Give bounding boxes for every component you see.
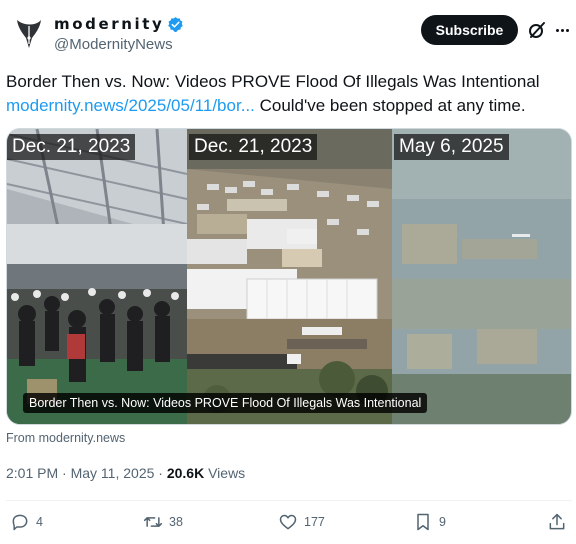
video-media[interactable]: Dec. 21, 2023 Dec. 21, 2023 May 6, 2025 … xyxy=(6,128,572,425)
repost-count: 38 xyxy=(169,515,183,529)
reply-button[interactable]: 4 xyxy=(10,512,43,532)
bookmark-button[interactable]: 9 xyxy=(413,512,446,532)
heart-icon xyxy=(279,514,297,530)
meta-separator: · xyxy=(154,465,167,481)
indoor-tent-scene xyxy=(7,129,187,424)
media-panel-3: May 6, 2025 xyxy=(392,129,571,424)
like-button[interactable]: 177 xyxy=(278,512,325,532)
reply-count: 4 xyxy=(36,515,43,529)
repost-icon xyxy=(143,517,163,527)
repost-button[interactable]: 38 xyxy=(143,512,183,532)
tweet-time[interactable]: 2:01 PM xyxy=(6,465,58,481)
panel-3-date: May 6, 2025 xyxy=(394,134,509,160)
action-bar: 4 38 177 9 xyxy=(0,510,576,538)
views-count: 20.6K xyxy=(166,465,205,481)
panel-1-date: Dec. 21, 2023 xyxy=(7,134,136,160)
tweet-date[interactable]: May 11, 2025 xyxy=(71,465,155,481)
divider xyxy=(6,500,572,501)
more-options-icon[interactable] xyxy=(552,20,572,40)
aerial-tent-scene xyxy=(187,129,392,424)
meta-separator: · xyxy=(58,465,71,481)
verified-badge-icon xyxy=(168,16,184,32)
like-count: 177 xyxy=(304,515,325,529)
author-handle[interactable]: @ModernityNews xyxy=(54,36,173,53)
tweet-header: modernity @ModernityNews Subscribe xyxy=(0,0,576,70)
empty-site-scene xyxy=(392,129,571,424)
share-button[interactable] xyxy=(547,512,567,532)
tweet-meta: 2:01 PM · May 11, 2025 · 20.6K Views xyxy=(6,465,245,481)
author-name-row[interactable]: modernity xyxy=(54,15,184,33)
media-panel-1: Dec. 21, 2023 xyxy=(7,129,187,424)
reply-icon xyxy=(12,514,28,531)
subscribe-button[interactable]: Subscribe xyxy=(421,15,518,45)
bookmark-count: 9 xyxy=(439,515,446,529)
tweet-text: Border Then vs. Now: Videos PROVE Flood … xyxy=(6,70,566,118)
tweet-text-line1: Border Then vs. Now: Videos PROVE Flood … xyxy=(6,72,540,91)
author-display-name[interactable]: modernity xyxy=(54,15,164,33)
media-panel-2: Dec. 21, 2023 xyxy=(187,129,392,424)
video-caption: Border Then vs. Now: Videos PROVE Flood … xyxy=(23,393,428,413)
link-source[interactable]: From modernity.news xyxy=(6,431,125,445)
grok-icon[interactable] xyxy=(527,20,547,40)
panel-2-date: Dec. 21, 2023 xyxy=(189,134,318,160)
quill-pen-logo-icon[interactable] xyxy=(10,14,48,52)
share-icon xyxy=(549,513,565,530)
views-label: Views xyxy=(204,465,246,481)
tweet-article-link[interactable]: modernity.news/2025/05/11/bor... xyxy=(6,96,255,115)
bookmark-icon xyxy=(417,513,429,531)
tweet-text-line2: Could've been stopped at any time. xyxy=(254,96,526,115)
